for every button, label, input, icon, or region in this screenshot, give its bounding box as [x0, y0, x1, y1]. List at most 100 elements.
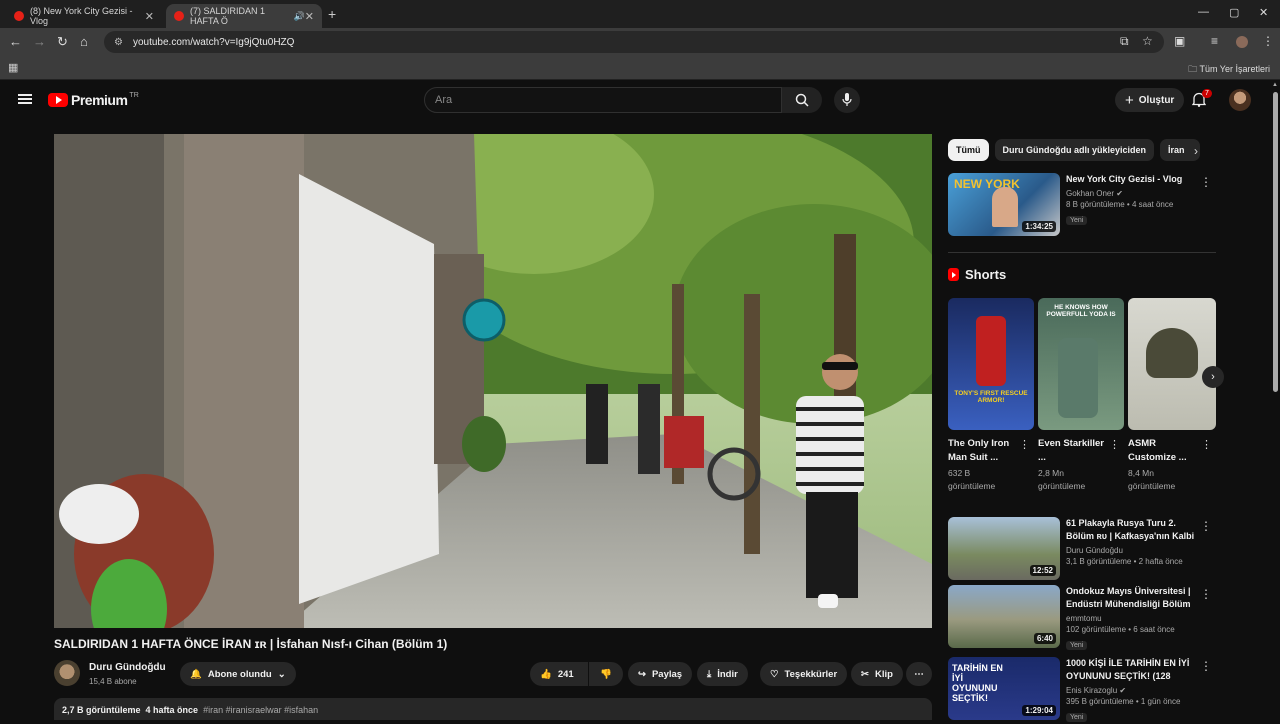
youtube-favicon-icon: [174, 11, 184, 21]
site-info-icon[interactable]: ⚙: [114, 37, 123, 48]
clip-button[interactable]: ✂ Klip: [851, 662, 903, 686]
create-button[interactable]: + Oluştur: [1115, 88, 1185, 112]
verified-icon: ✔: [1116, 189, 1123, 198]
account-avatar[interactable]: [1229, 89, 1251, 111]
short-item[interactable]: TONY'S FIRST RESCUE ARMOR! The Only Iron…: [948, 298, 1034, 493]
new-badge: Yeni: [1066, 216, 1088, 225]
rec-channel-name: Gokhan Oner: [1066, 189, 1115, 198]
install-app-icon[interactable]: ⧉: [1120, 34, 1129, 49]
chevron-down-icon: ⌄: [277, 668, 286, 680]
all-bookmarks-button[interactable]: 🗀 Tüm Yer İşaretleri: [1188, 62, 1270, 78]
youtube-premium-logo[interactable]: Premium TR: [48, 92, 139, 108]
channel-avatar[interactable]: [54, 660, 80, 686]
hashtags[interactable]: #iran #iranisraelwar #isfahan: [203, 705, 318, 715]
subscribe-label: Abone olundu: [207, 668, 272, 680]
tab-close-icon[interactable]: ✕: [305, 10, 314, 23]
forward-button[interactable]: →: [33, 34, 46, 50]
recommendation-item[interactable]: NEW YORK 1:34:25 New York City Gezisi - …: [948, 173, 1216, 237]
scrollbar-thumb[interactable]: [1273, 92, 1278, 392]
microphone-icon: [842, 93, 852, 106]
address-bar[interactable]: ⚙ youtube.com/watch?v=Ig9jQtu0HZQ: [104, 31, 1164, 53]
video-thumbnail[interactable]: 12:52: [948, 517, 1060, 580]
short-thumbnail[interactable]: HE KNOWS HOW POWERFULL YODA IS: [1038, 298, 1124, 430]
video-thumbnail[interactable]: 6:40: [948, 585, 1060, 648]
scroll-up-icon[interactable]: ▲: [1272, 82, 1278, 88]
rec-channel: emmtomu: [1066, 614, 1102, 623]
share-button[interactable]: ↪ Paylaş: [628, 662, 693, 686]
speaker-icon[interactable]: 🔊: [294, 11, 305, 22]
short-more-icon[interactable]: ⋮: [1019, 438, 1030, 451]
chip-from-uploader[interactable]: Duru Gündoğdu adlı yükleyiciden: [994, 139, 1155, 161]
rec-views: 3,1 B görüntüleme • 2 hafta önce: [1066, 557, 1183, 566]
search-input[interactable]: Ara: [424, 87, 782, 113]
channel-name[interactable]: Duru Gündoğdu: [89, 662, 166, 673]
section-divider: [948, 252, 1216, 253]
shorts-heading-label: Shorts: [965, 267, 1007, 282]
short-item[interactable]: ASMR Customize ... 8,4 Mn görüntüleme ⋮: [1128, 298, 1216, 493]
rec-more-icon[interactable]: ⋮: [1200, 175, 1212, 189]
reload-button[interactable]: ↻: [57, 34, 68, 50]
thumbs-down-icon: 👎: [600, 668, 612, 680]
tab-close-icon[interactable]: ✕: [145, 10, 154, 23]
new-tab-button[interactable]: +: [328, 6, 336, 22]
short-item[interactable]: HE KNOWS HOW POWERFULL YODA IS Even Star…: [1038, 298, 1124, 493]
notification-count-badge: 7: [1202, 89, 1212, 98]
more-actions-button[interactable]: ⋯: [906, 662, 932, 686]
short-more-icon[interactable]: ⋮: [1109, 438, 1120, 451]
dislike-button[interactable]: 👎: [589, 662, 623, 686]
rec-more-icon[interactable]: ⋮: [1200, 587, 1212, 601]
view-count: 2,7 B görüntüleme: [62, 705, 141, 715]
filter-chips: Tümü Duru Gündoğdu adlı yükleyiciden İra…: [948, 139, 1201, 161]
tab-title: (7) SALDIRIDAN 1 HAFTA Ö: [190, 6, 266, 26]
subscribed-button[interactable]: 🔔 Abone olundu ⌄: [180, 662, 296, 686]
media-controls-icon[interactable]: ≡: [1211, 34, 1218, 48]
short-figure: [1058, 338, 1098, 418]
video-thumbnail[interactable]: TARİHİN EN İYİ OYUNUNU SEÇTİK! 1:29:04: [948, 657, 1060, 720]
bookmark-star-icon[interactable]: ☆: [1142, 34, 1153, 48]
description-box[interactable]: 2,7 B görüntüleme 4 hafta önce #iran #ir…: [54, 698, 932, 720]
recommendation-item[interactable]: 12:52 61 Plakayla Rusya Turu 2. Bölüm ʀᴜ…: [948, 517, 1216, 581]
voice-search-button[interactable]: [834, 87, 860, 113]
short-thumbnail[interactable]: [1128, 298, 1216, 430]
thanks-heart-icon: ♡: [770, 668, 779, 680]
download-button[interactable]: ⤓ İndir: [697, 662, 748, 686]
shorts-heading: Shorts: [948, 267, 1006, 282]
short-more-icon[interactable]: ⋮: [1201, 438, 1212, 451]
recommendation-item[interactable]: TARİHİN EN İYİ OYUNUNU SEÇTİK! 1:29:04 1…: [948, 657, 1216, 722]
page-scrollbar[interactable]: ▲: [1271, 80, 1280, 720]
tab-new-york-vlog[interactable]: (8) New York City Gezisi - Vlog ✕: [6, 4, 162, 28]
like-button[interactable]: 👍 241: [530, 662, 588, 686]
profile-icon[interactable]: [1236, 36, 1248, 48]
logo-country: TR: [129, 92, 139, 99]
tab-title: (8) New York City Gezisi - Vlog: [30, 6, 133, 26]
search-button[interactable]: [782, 87, 822, 113]
tab-saldiridan-active[interactable]: (7) SALDIRIDAN 1 HAFTA Ö 🔊 ✕: [166, 4, 322, 28]
shorts-next-button[interactable]: ›: [1202, 366, 1224, 388]
back-button[interactable]: ←: [9, 34, 22, 50]
folder-icon: 🗀: [1188, 64, 1200, 74]
rec-more-icon[interactable]: ⋮: [1200, 659, 1212, 673]
chip-all[interactable]: Tümü: [948, 139, 989, 161]
rec-views: 395 B görüntüleme • 1 gün önce: [1066, 697, 1181, 706]
maximize-button[interactable]: ▢: [1229, 6, 1239, 19]
recommendation-item[interactable]: 6:40 Ondokuz Mayıs Üniversitesi | Endüst…: [948, 585, 1216, 650]
subscriber-count: 15,4 B abone: [89, 677, 137, 686]
home-button[interactable]: ⌂: [80, 34, 88, 50]
menu-hamburger-icon[interactable]: [18, 94, 32, 104]
apps-grid-icon[interactable]: ▦: [8, 61, 18, 74]
video-player[interactable]: [54, 134, 932, 628]
rec-more-icon[interactable]: ⋮: [1200, 519, 1212, 533]
side-panel-icon[interactable]: ▣: [1174, 34, 1185, 48]
share-label: Paylaş: [651, 668, 683, 680]
url-text: youtube.com/watch?v=Ig9jQtu0HZQ: [132, 36, 295, 48]
menu-kebab-icon[interactable]: ⋮: [1262, 34, 1274, 48]
short-thumbnail[interactable]: TONY'S FIRST RESCUE ARMOR!: [948, 298, 1034, 430]
minimize-button[interactable]: —: [1198, 6, 1209, 18]
all-bookmarks-label: Tüm Yer İşaretleri: [1199, 64, 1270, 74]
rec-channel: Enis Kirazoglu ✔: [1066, 686, 1196, 695]
video-thumbnail[interactable]: NEW YORK 1:34:25: [948, 173, 1060, 236]
chevron-right-icon[interactable]: ›: [1194, 144, 1198, 158]
thanks-button[interactable]: ♡ Teşekkürler: [760, 662, 848, 686]
close-window-button[interactable]: ✕: [1259, 6, 1268, 19]
rec-channel-name: Enis Kirazoglu: [1066, 686, 1118, 695]
